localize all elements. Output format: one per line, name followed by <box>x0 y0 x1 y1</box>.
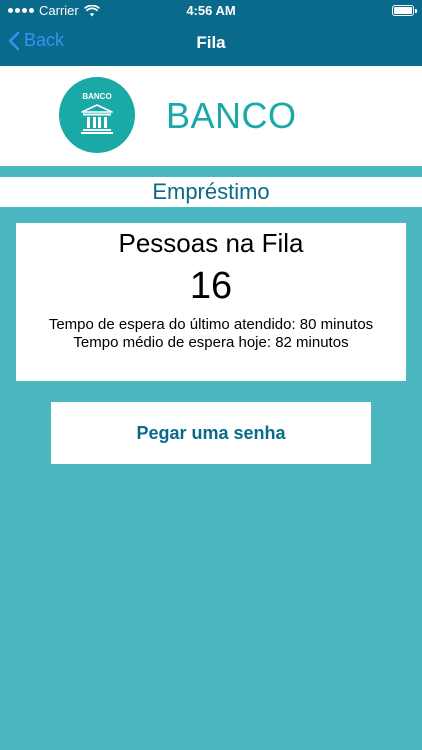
logo-circle-text: BANCO <box>82 92 112 101</box>
section-title: Empréstimo <box>152 179 270 204</box>
get-ticket-button[interactable]: Pegar uma senha <box>51 402 371 464</box>
logo-wordmark: BANCO <box>166 95 297 136</box>
battery-icon <box>392 5 417 16</box>
top-bar: Carrier 4:56 AM Back Fila <box>0 0 422 66</box>
average-wait-text: Tempo médio de espera hoje: 82 minutos <box>73 334 349 351</box>
status-bar: Carrier 4:56 AM <box>0 0 422 22</box>
queue-heading: Pessoas na Fila <box>118 228 304 258</box>
bank-building-icon <box>81 104 113 134</box>
status-time: 4:56 AM <box>186 3 236 18</box>
last-wait-text: Tempo de espera do último atendido: 80 m… <box>48 316 374 333</box>
queue-count: 16 <box>189 265 233 307</box>
section-header: Empréstimo <box>0 177 422 207</box>
queue-card: Pessoas na Fila 16 Tempo de espera do úl… <box>16 223 406 381</box>
bank-logo: BANCO <box>59 77 135 153</box>
nav-title: Fila <box>196 33 226 52</box>
logo-banner: BANCO BANCO <box>0 66 422 166</box>
